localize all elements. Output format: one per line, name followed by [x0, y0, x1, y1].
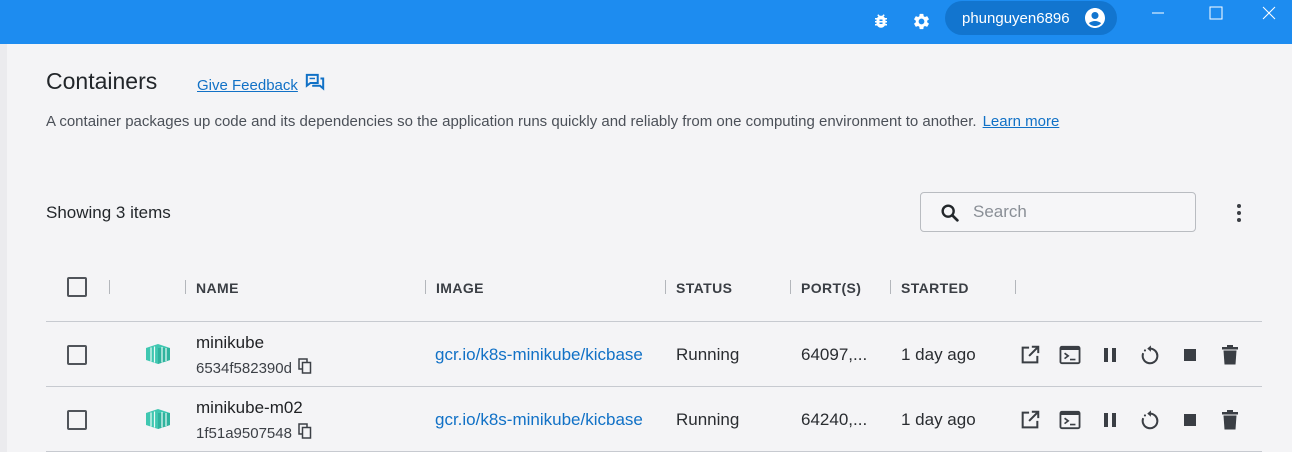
give-feedback-link[interactable]: Give Feedback — [197, 73, 326, 97]
settings-icon[interactable] — [908, 8, 934, 34]
account-button[interactable]: phunguyen6896 — [945, 1, 1117, 35]
delete-icon[interactable] — [1217, 342, 1243, 368]
stop-icon[interactable] — [1177, 407, 1203, 433]
search-input[interactable] — [973, 201, 1183, 223]
more-options-icon[interactable] — [1229, 202, 1249, 224]
container-started: 1 day ago — [901, 410, 976, 429]
container-image-link[interactable]: gcr.io/k8s-minikube/kicbase — [435, 410, 643, 430]
column-header-status[interactable]: STATUS — [676, 280, 732, 296]
column-divider[interactable] — [425, 280, 426, 294]
open-in-browser-icon[interactable] — [1017, 407, 1043, 433]
column-divider[interactable] — [109, 280, 110, 294]
container-status: Running — [676, 345, 740, 364]
container-id-text: 6534f582390d — [196, 359, 292, 377]
column-header-image[interactable]: IMAGE — [436, 280, 484, 296]
bug-icon[interactable] — [868, 8, 894, 34]
column-divider[interactable] — [890, 280, 891, 294]
title-bar: phunguyen6896 — [0, 0, 1292, 44]
table-header: NAME IMAGE STATUS PORT(S) STARTED — [46, 270, 1262, 322]
account-icon — [1083, 6, 1107, 30]
container-image-link[interactable]: gcr.io/k8s-minikube/kicbase — [435, 345, 643, 365]
container-id: 1f51a9507548 — [196, 423, 312, 443]
cli-icon[interactable] — [1057, 342, 1083, 368]
column-header-started[interactable]: STARTED — [901, 280, 969, 296]
container-icon — [144, 407, 172, 431]
search-icon — [939, 202, 961, 224]
restart-icon[interactable] — [1137, 342, 1163, 368]
give-feedback-label: Give Feedback — [197, 76, 298, 94]
column-divider[interactable] — [1015, 280, 1016, 294]
feedback-icon — [304, 73, 326, 97]
column-divider[interactable] — [665, 280, 666, 294]
column-divider[interactable] — [185, 280, 186, 294]
container-name: minikube-m02 — [196, 398, 303, 417]
container-id: 6534f582390d — [196, 358, 312, 378]
items-count: Showing 3 items — [46, 203, 171, 222]
container-ports[interactable]: 64097,... — [801, 345, 867, 365]
copy-icon[interactable] — [298, 358, 312, 378]
page-title: Containers — [46, 68, 158, 94]
copy-icon[interactable] — [298, 423, 312, 443]
row-checkbox[interactable] — [67, 345, 87, 365]
container-icon — [144, 342, 172, 366]
select-all-checkbox[interactable] — [67, 277, 87, 297]
search-box[interactable] — [920, 192, 1196, 232]
container-ports[interactable]: 64240,... — [801, 410, 867, 430]
column-header-name[interactable]: NAME — [196, 280, 239, 296]
container-name: minikube — [196, 333, 265, 352]
container-status: Running — [676, 410, 740, 429]
column-divider[interactable] — [790, 280, 791, 294]
description-text: A container packages up code and its dep… — [46, 113, 977, 130]
column-header-ports[interactable]: PORT(S) — [801, 280, 861, 296]
table-row[interactable]: minikube 6534f582390d gcr.io/k8s-minikub… — [46, 322, 1262, 387]
stop-icon[interactable] — [1177, 342, 1203, 368]
container-started: 1 day ago — [901, 345, 976, 364]
learn-more-link[interactable]: Learn more — [983, 113, 1060, 130]
pause-icon[interactable] — [1097, 342, 1123, 368]
row-checkbox[interactable] — [67, 410, 87, 430]
left-edge — [0, 44, 7, 452]
maximize-icon[interactable] — [1193, 0, 1239, 26]
delete-icon[interactable] — [1217, 407, 1243, 433]
restart-icon[interactable] — [1137, 407, 1163, 433]
cli-icon[interactable] — [1057, 407, 1083, 433]
open-in-browser-icon[interactable] — [1017, 342, 1043, 368]
username-label: phunguyen6896 — [962, 9, 1070, 27]
page-description: A container packages up code and its dep… — [46, 113, 1059, 130]
close-icon[interactable] — [1246, 0, 1292, 26]
container-id-text: 1f51a9507548 — [196, 424, 292, 442]
minimize-icon[interactable] — [1135, 0, 1181, 26]
table-row[interactable]: minikube-m02 1f51a9507548 gcr.io/k8s-min… — [46, 387, 1262, 452]
pause-icon[interactable] — [1097, 407, 1123, 433]
